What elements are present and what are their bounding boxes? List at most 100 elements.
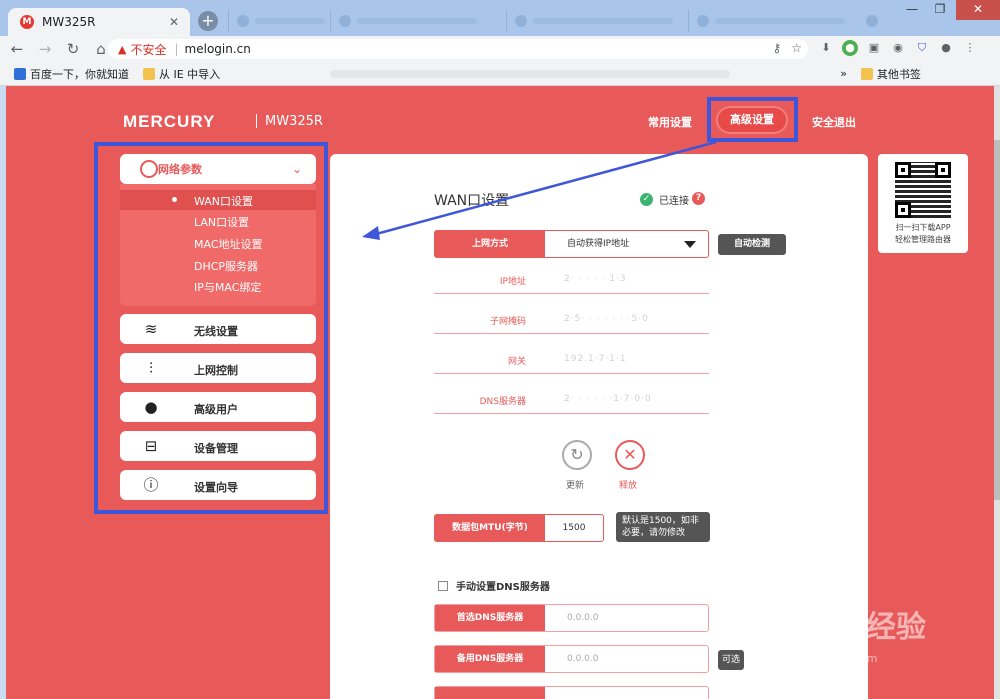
release-label[interactable]: 释放 bbox=[619, 478, 637, 491]
blurred-bookmarks bbox=[330, 69, 731, 78]
favicon-icon bbox=[866, 15, 878, 27]
field-label: 上网方式 bbox=[435, 231, 545, 257]
folder-icon bbox=[143, 67, 155, 80]
bookmarks-overflow[interactable]: » bbox=[840, 67, 847, 80]
tab-title: MW325R bbox=[42, 15, 96, 29]
connection-type-select[interactable]: 上网方式 自动获得IP地址 bbox=[434, 230, 709, 258]
qr-line1: 扫一扫下载APP bbox=[895, 223, 951, 232]
back-icon[interactable]: ← bbox=[6, 38, 28, 60]
info-row-ip: IP地址 2· · · · · 1·3 bbox=[434, 266, 709, 294]
qr-finder bbox=[935, 162, 951, 178]
mtu-hint: 默认是1500，如非必要，请勿修改 bbox=[616, 512, 710, 542]
tab-inactive[interactable] bbox=[506, 10, 673, 32]
bookmarks-bar: 百度一下，你就知道 从 IE 中导入 » 其他书签 bbox=[0, 62, 1000, 86]
page-title: WAN口设置 bbox=[434, 193, 510, 209]
nav-common-settings[interactable]: 常用设置 bbox=[648, 114, 692, 130]
star-icon[interactable]: ☆ bbox=[791, 41, 802, 55]
profile-icon[interactable]: ● bbox=[938, 40, 954, 56]
tab-inactive[interactable] bbox=[228, 10, 325, 32]
field-label: 网关 bbox=[507, 357, 526, 367]
tab-inactive[interactable] bbox=[858, 10, 878, 32]
insecure-label[interactable]: 不安全 bbox=[130, 41, 166, 58]
download-icon[interactable]: ⬇ bbox=[818, 40, 834, 56]
favicon-icon bbox=[237, 15, 249, 27]
minimize-icon[interactable]: — bbox=[898, 0, 926, 20]
key-icon[interactable]: ⚷ bbox=[772, 41, 781, 55]
qr-finder bbox=[895, 162, 911, 178]
refresh-icon[interactable]: ↻ bbox=[562, 440, 592, 470]
tab-blurred-title bbox=[533, 18, 673, 24]
maximize-icon[interactable]: ❐ bbox=[926, 0, 954, 20]
primary-dns-field[interactable]: 首选DNS服务器 0.0.0.0 bbox=[434, 604, 709, 632]
baidu-icon bbox=[14, 67, 26, 80]
field-label: 数据包MTU(字节) bbox=[435, 515, 545, 541]
checkbox-label: 手动设置DNS服务器 bbox=[456, 582, 550, 593]
secondary-dns-field[interactable]: 备用DNS服务器 0.0.0.0 bbox=[434, 645, 709, 673]
scrollbar-thumb[interactable] bbox=[994, 140, 1000, 500]
bookmark-item[interactable]: 百度一下，你就知道 bbox=[14, 66, 129, 82]
router-page: MERCURY MW325R 常用设置 高级设置 安全退出 网络参数 ⌄ WAN… bbox=[6, 86, 994, 699]
field-value: 2· · · · · 1·3 bbox=[564, 274, 627, 284]
close-icon[interactable]: ✕ bbox=[166, 14, 182, 30]
baidu-watermark: Bai du 经验 bbox=[766, 611, 927, 644]
manual-dns-checkbox[interactable] bbox=[438, 580, 448, 591]
highlight-box-sidebar bbox=[94, 142, 328, 514]
tab-inactive[interactable] bbox=[330, 10, 477, 32]
info-row-mask: 子网掩码 2·5· · · · · · ·5·0 bbox=[434, 306, 709, 334]
window-close-icon[interactable]: ✕ bbox=[956, 0, 1000, 20]
overflow-icon: » bbox=[840, 67, 847, 80]
refresh-label[interactable]: 更新 bbox=[566, 478, 584, 491]
release-icon[interactable]: ✕ bbox=[615, 440, 645, 470]
logo-divider bbox=[256, 114, 257, 128]
bookmark-label: 百度一下，你就知道 bbox=[30, 67, 129, 81]
info-row-dns: DNS服务器 2· · · · · ·1·7·0·0 bbox=[434, 386, 709, 414]
nav-logout[interactable]: 安全退出 bbox=[812, 114, 856, 130]
forward-icon[interactable]: → bbox=[34, 38, 56, 60]
bookmark-item[interactable]: 从 IE 中导入 bbox=[143, 66, 220, 82]
field-value: 2· · · · · ·1·7·0·0 bbox=[564, 394, 652, 404]
qr-panel: 扫一扫下载APP 轻松管理路由器 bbox=[878, 154, 968, 253]
bookmark-label: 从 IE 中导入 bbox=[159, 67, 221, 81]
reload-icon[interactable]: ↻ bbox=[62, 38, 84, 60]
tab-blurred-title bbox=[715, 18, 845, 24]
tab-active[interactable]: M MW325R ✕ bbox=[8, 8, 190, 36]
new-tab-button[interactable]: + bbox=[198, 11, 218, 31]
extension-green-icon[interactable]: ● bbox=[842, 40, 858, 56]
field-label: DNS服务器 bbox=[479, 397, 526, 407]
manual-dns-checkbox-row[interactable]: 手动设置DNS服务器 bbox=[438, 578, 550, 593]
secondary-dns-input[interactable]: 0.0.0.0 bbox=[545, 646, 708, 672]
baidu-watermark-url: jingyan.baidu.com bbox=[776, 652, 878, 665]
field-value: 2·5· · · · · · ·5·0 bbox=[564, 314, 649, 324]
folder-icon bbox=[860, 67, 873, 80]
tab-blurred-title bbox=[255, 18, 325, 24]
url-text[interactable]: melogin.cn bbox=[185, 42, 251, 56]
other-bookmarks[interactable]: 其他书签 bbox=[860, 66, 921, 82]
primary-dns-input[interactable]: 0.0.0.0 bbox=[545, 605, 708, 631]
extension-save-icon[interactable]: ▣ bbox=[866, 40, 882, 56]
status-text: 已连接 bbox=[659, 196, 689, 207]
address-bar[interactable]: ▲ 不安全 | melogin.cn ⚷ ☆ bbox=[108, 39, 808, 59]
qr-line2: 轻松管理路由器 bbox=[895, 235, 951, 244]
field-label: 子网掩码 bbox=[489, 317, 526, 327]
connection-status: ✓ 已连接 bbox=[640, 192, 689, 207]
help-icon[interactable]: ? bbox=[692, 192, 705, 205]
auto-detect-button[interactable]: 自动检测 bbox=[718, 234, 786, 255]
field-label bbox=[435, 687, 545, 699]
extension-camera-icon[interactable]: ◉ bbox=[890, 40, 906, 56]
menu-kebab-icon[interactable]: ⋮ bbox=[962, 40, 978, 56]
mtu-input[interactable]: 1500 bbox=[545, 515, 603, 541]
select-text: 自动获得IP地址 bbox=[567, 239, 630, 249]
extension-bar: ⬇ ● ▣ ◉ ⛉ ● ⋮ bbox=[818, 40, 978, 56]
favicon-icon bbox=[697, 15, 709, 27]
mtu-field[interactable]: 数据包MTU(字节) 1500 bbox=[434, 514, 604, 542]
select-value[interactable]: 自动获得IP地址 bbox=[545, 231, 708, 257]
warning-icon[interactable]: ▲ bbox=[118, 43, 126, 56]
tab-inactive[interactable] bbox=[688, 10, 845, 32]
favicon-icon bbox=[515, 15, 527, 27]
extension-shield-icon[interactable]: ⛉ bbox=[914, 40, 930, 56]
info-row-gateway: 网关 192.1·7·1·1 bbox=[434, 346, 709, 374]
dropdown-arrow-icon bbox=[684, 241, 696, 248]
model-name: MW325R bbox=[265, 114, 323, 129]
brand-logo: MERCURY bbox=[123, 112, 216, 131]
tab-strip: M MW325R ✕ + — ❐ ✕ bbox=[0, 0, 1000, 36]
